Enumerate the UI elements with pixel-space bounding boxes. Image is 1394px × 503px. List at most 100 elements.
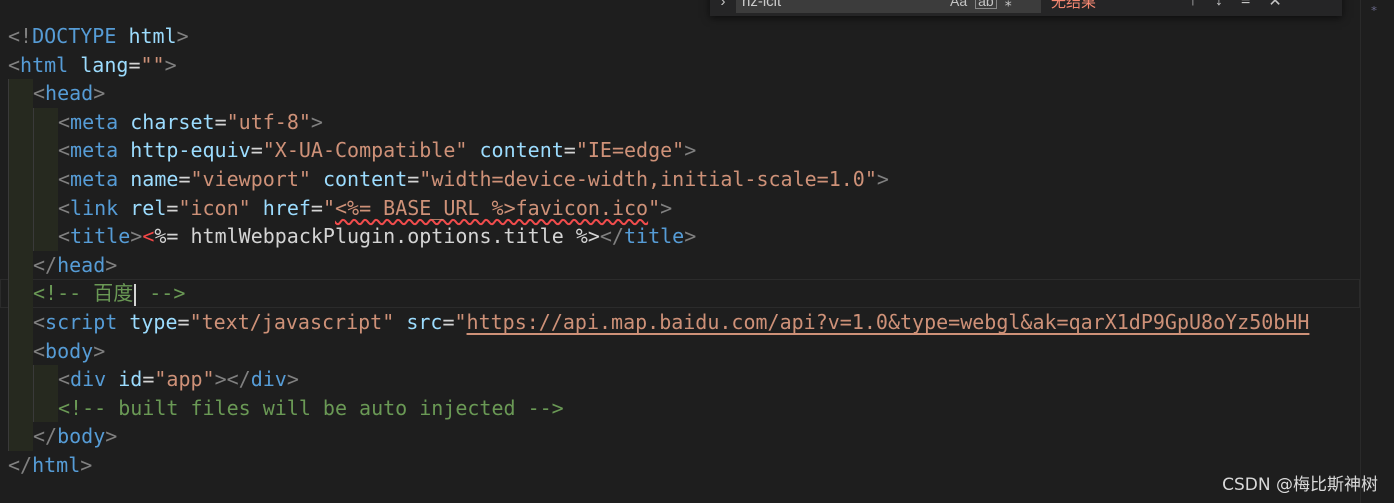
code-token-attr: content (479, 138, 564, 163)
code-token-eq: = (128, 52, 141, 77)
code-token-punct: > (876, 166, 889, 191)
code-token-attr: html (128, 24, 177, 48)
indent-guide (8, 279, 33, 308)
code-token-str-link[interactable]: https://api.map.baidu.com/api?v=1.0&type… (467, 310, 1310, 334)
code-token-attr: charset (130, 109, 215, 134)
find-replace-toggle-button[interactable]: › (710, 0, 736, 10)
code-token-eq: = (310, 195, 323, 220)
code-token-str: " (322, 195, 335, 220)
find-widget: › Aa ab ⁎ 无结果 ↑ ↓ ≡ ✕ (710, 0, 1342, 16)
code-token-punct: <! (8, 24, 33, 48)
code-line[interactable]: <meta charset="utf-8"> (0, 107, 1360, 137)
code-token-str-squiggle: <%= BASE_URL %>favicon.ico (335, 195, 649, 220)
code-token-eq: = (178, 166, 191, 191)
code-token-eq: = (563, 138, 576, 163)
code-token-str: "icon" (178, 195, 251, 220)
indent-guide (8, 365, 33, 394)
indent-guide (33, 164, 58, 194)
indent-guide (8, 164, 33, 194)
indent-guide (8, 136, 33, 165)
code-token-str: "width=device-width,initial-scale=1.0" (419, 166, 877, 191)
code-token-tag: head (57, 252, 106, 277)
code-line[interactable]: </html> (0, 451, 1360, 480)
code-line[interactable]: <body> (0, 336, 1360, 366)
code-token-punct: < (58, 138, 71, 163)
code-token-punct: > (130, 224, 143, 249)
code-token-comment: <!-- 百度 (33, 281, 134, 306)
code-line[interactable]: <title><%= htmlWebpackPlugin.options.tit… (0, 222, 1360, 251)
code-token-punct: > (105, 424, 118, 449)
code-token-punct: > (93, 81, 106, 106)
code-token-tag: div (70, 367, 107, 392)
previous-match-button[interactable]: ↑ (1189, 0, 1197, 10)
code-token-punct: < (8, 52, 21, 77)
indent-guide (8, 250, 33, 280)
code-token-attr: id (118, 367, 143, 392)
code-token-err: < (142, 224, 155, 249)
code-token-str: "app" (154, 367, 215, 392)
scrollbar-marker: ⁎ (1371, 0, 1377, 14)
code-token-eq: = (177, 309, 190, 334)
code-line[interactable]: <!-- built files will be auto injected -… (0, 393, 1360, 423)
close-icon: ✕ (1268, 0, 1282, 10)
code-token-str: " (454, 309, 467, 334)
code-token-tag: head (45, 81, 94, 106)
indent-guide (33, 393, 58, 423)
code-line[interactable]: </body> (0, 422, 1360, 451)
code-token-punct: < (33, 81, 46, 106)
code-line[interactable]: <head> (0, 79, 1360, 108)
code-token-eq: = (214, 109, 227, 134)
code-area[interactable]: <!DOCTYPE html> <html lang=""> <head> <meta… (0, 22, 1360, 480)
code-token-punct: > (80, 452, 93, 477)
code-line[interactable]: <html lang=""> (0, 51, 1360, 80)
code-token-str: "viewport" (190, 166, 311, 191)
code-token-attr: rel (130, 195, 167, 220)
code-token-tag: meta (70, 166, 119, 191)
watermark: CSDN @梅比斯神树 (1222, 475, 1378, 495)
code-line[interactable]: <link rel="icon" href="<%= BASE_URL %>fa… (0, 193, 1360, 223)
indent-guide (8, 193, 33, 223)
code-token-punct: > (176, 24, 189, 48)
match-case-toggle[interactable]: Aa (950, 0, 967, 9)
code-token-eq: = (407, 166, 420, 191)
find-in-selection-button[interactable]: ≡ (1241, 0, 1250, 10)
next-match-button[interactable]: ↓ (1215, 0, 1223, 10)
code-token-punct: < (33, 309, 46, 334)
indent-guide (33, 365, 58, 394)
find-input[interactable] (742, 0, 942, 10)
code-token-str: "utf-8" (226, 109, 311, 134)
code-token-attr: http-equiv (130, 138, 251, 163)
code-line[interactable]: <!-- 百度 --> (0, 279, 1360, 308)
whole-word-toggle[interactable]: ab (975, 0, 997, 9)
code-token-tag: html (32, 452, 81, 477)
code-token-tag: html (20, 52, 69, 77)
indent-guide (8, 222, 33, 251)
vertical-scrollbar[interactable]: ⁎ (1360, 0, 1394, 503)
close-find-button[interactable]: ✕ (1268, 0, 1281, 11)
find-input-box[interactable]: Aa ab ⁎ (736, 0, 1041, 13)
code-line[interactable]: <meta name="viewport" content="width=dev… (0, 164, 1360, 194)
code-line[interactable]: <script type="text/javascript" src="http… (0, 307, 1360, 337)
indent-guide (33, 136, 58, 165)
indent-guide (33, 107, 58, 137)
code-token-punct: </ (33, 252, 58, 277)
code-token-punct: > (684, 224, 697, 249)
code-editor[interactable]: <!DOCTYPE html> <html lang=""> <head> <meta… (0, 0, 1394, 503)
code-token-tag: div (250, 367, 287, 392)
code-token-tag: script (45, 309, 118, 334)
find-in-selection-icon: ≡ (1241, 0, 1251, 9)
code-line[interactable]: <div id="app"></div> (0, 365, 1360, 394)
code-line[interactable]: <meta http-equiv="X-UA-Compatible" conte… (0, 136, 1360, 165)
code-token-str: "IE=edge" (575, 138, 685, 163)
regex-toggle[interactable]: ⁎ (1005, 0, 1012, 10)
code-token-attr: type (129, 309, 178, 334)
code-line[interactable]: </head> (0, 250, 1360, 280)
code-line[interactable]: <!DOCTYPE html> (0, 22, 1360, 51)
